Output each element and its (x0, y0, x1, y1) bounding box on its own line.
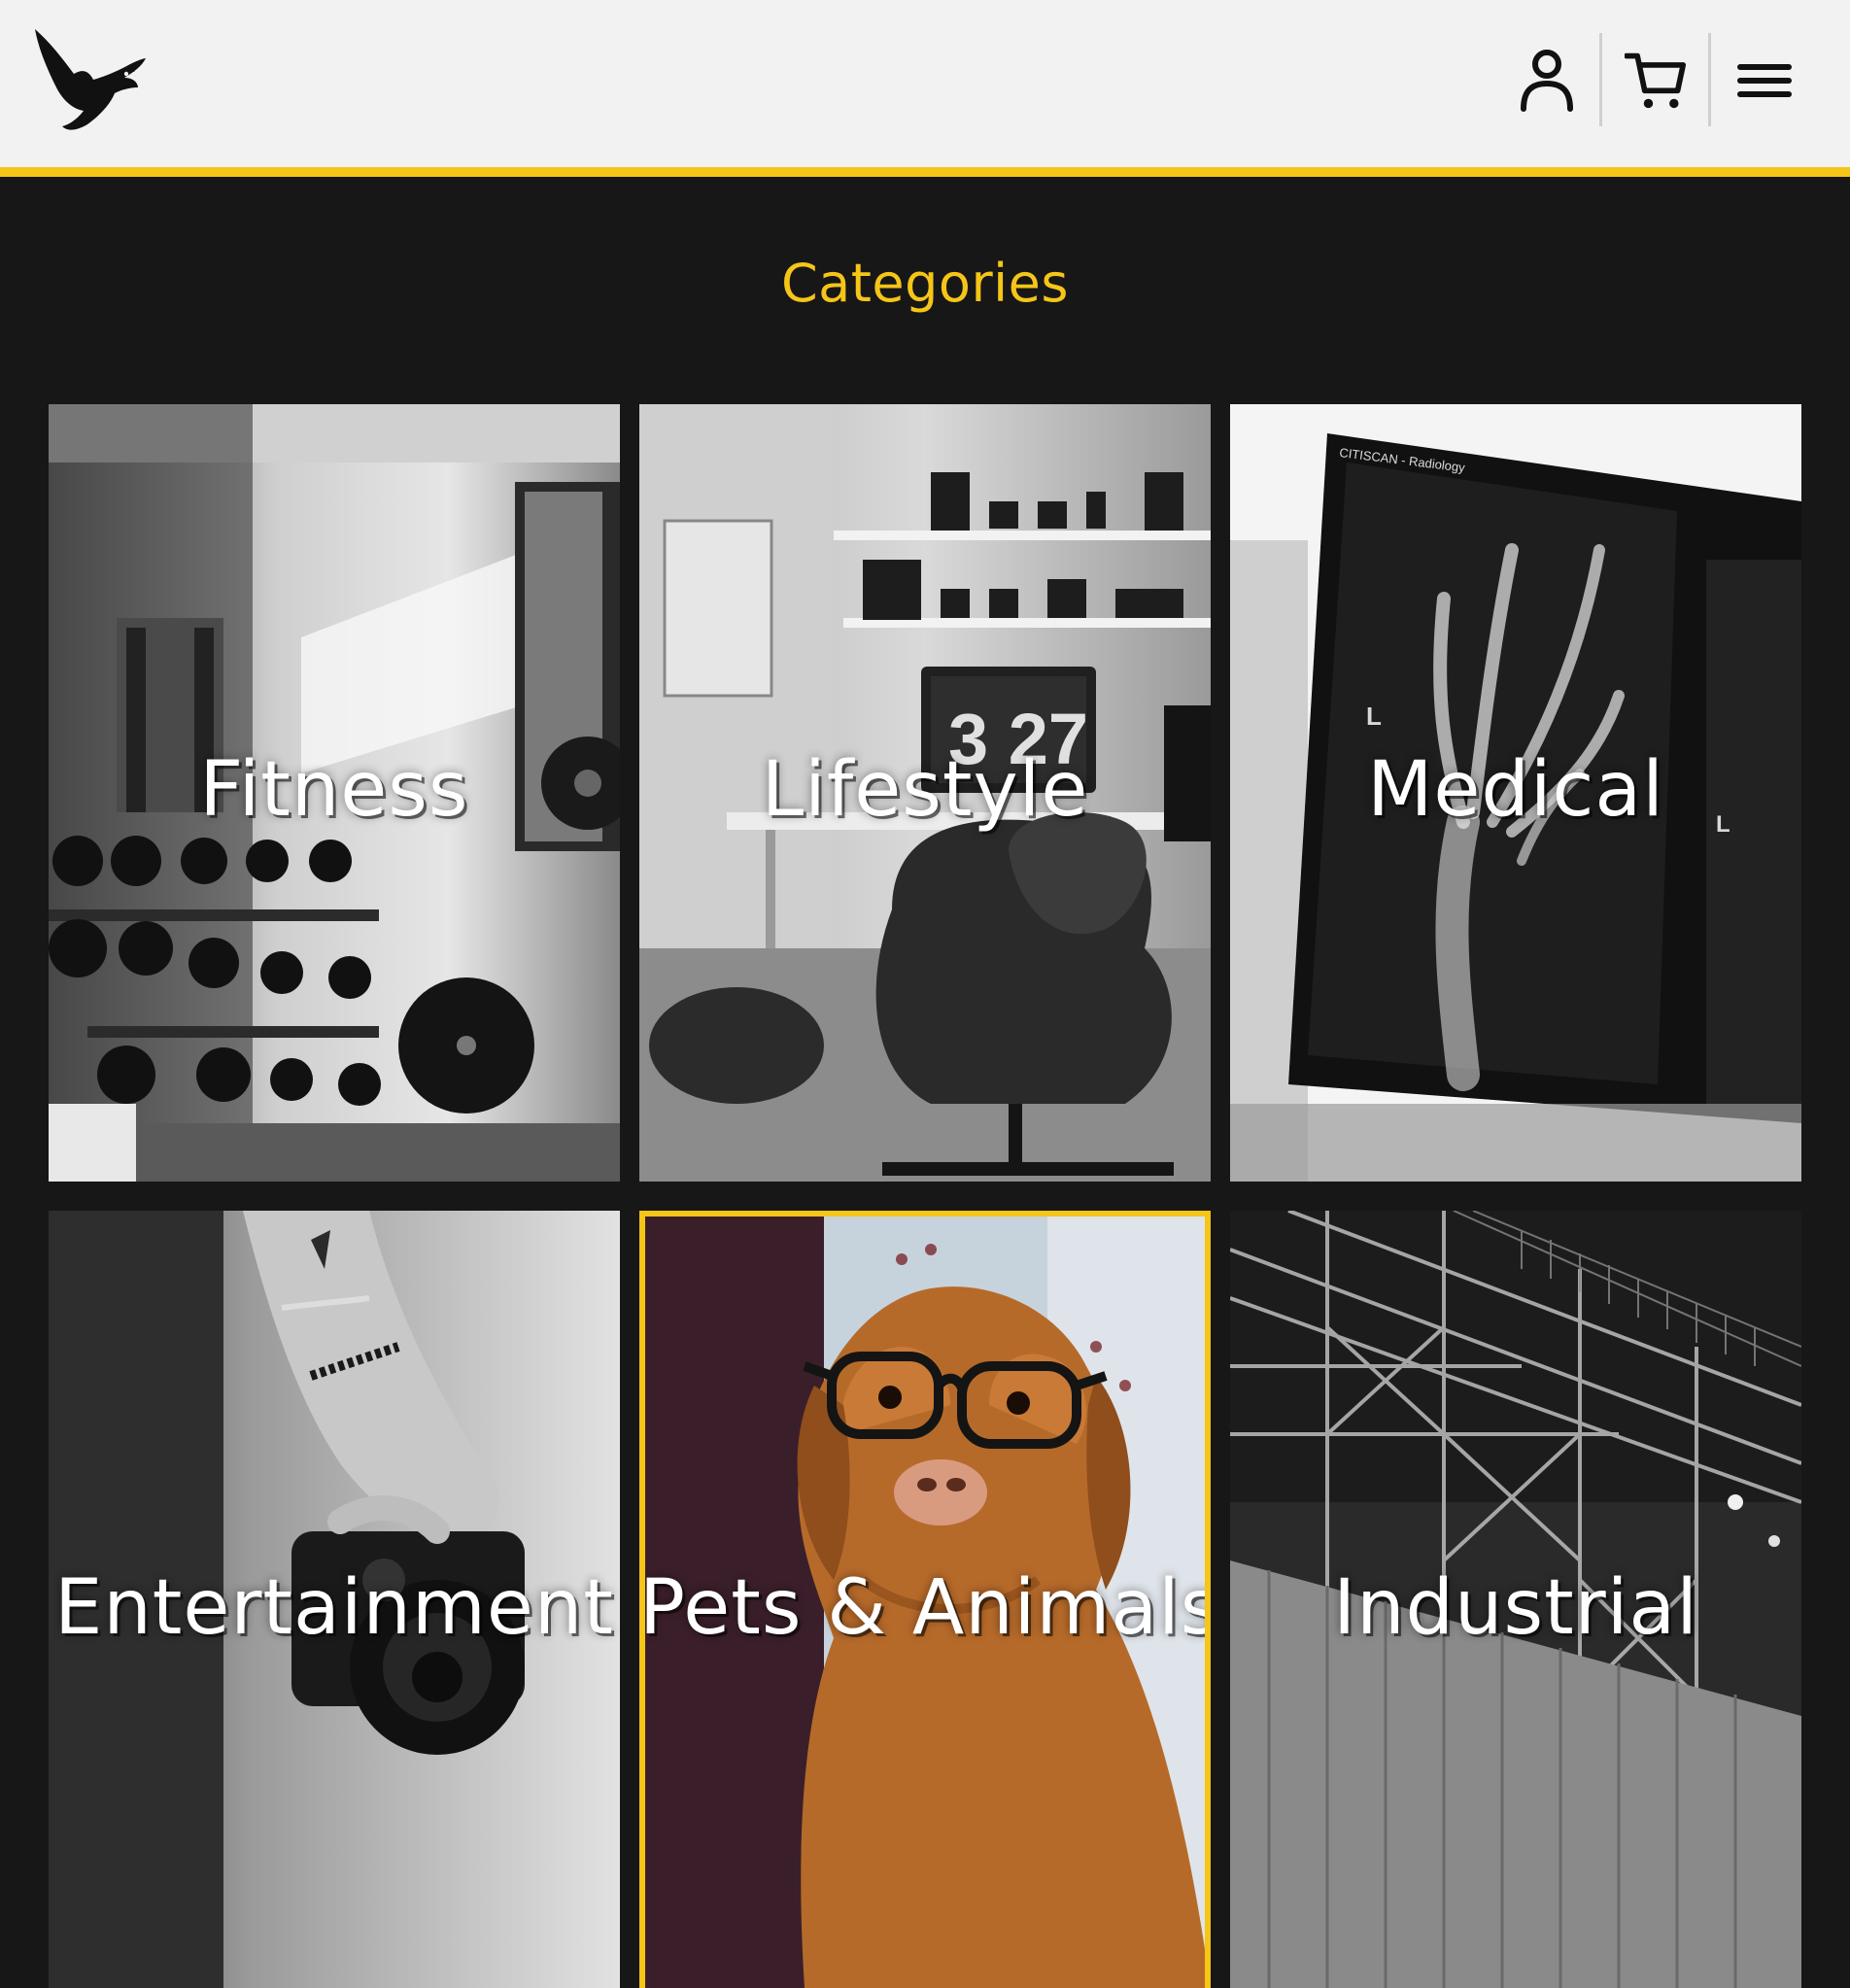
cart-icon[interactable] (1625, 45, 1687, 115)
site-header (0, 0, 1850, 167)
category-label: Lifestyle (761, 746, 1089, 834)
category-tile-industrial[interactable]: Industrial (1230, 1211, 1801, 1988)
category-label: Industrial (1333, 1564, 1698, 1652)
category-label: Fitness (199, 746, 469, 834)
header-accent-rule (0, 167, 1850, 177)
category-tile-lifestyle[interactable]: 3 27 Lifestyle (639, 404, 1211, 1182)
hamburger-menu-icon[interactable] (1733, 45, 1796, 115)
category-tile-pets-animals[interactable]: Pets & Animals (639, 1211, 1211, 1988)
user-icon[interactable] (1516, 45, 1578, 115)
category-tile-entertainment[interactable]: Entertainment (49, 1211, 620, 1988)
header-divider (1599, 33, 1602, 126)
svg-text:L: L (1366, 702, 1382, 731)
category-label: Pets & Animals (639, 1564, 1211, 1652)
category-label: Entertainment (54, 1564, 614, 1652)
category-tile-medical[interactable]: CITISCAN - Radiology L L Medical (1230, 404, 1801, 1182)
page-title: Categories (780, 253, 1070, 314)
categories-section: Categories Fitness 3 27 Lifestyle CITISC… (0, 177, 1850, 1988)
eagle-logo-icon[interactable] (29, 29, 150, 130)
category-label: Medical (1367, 746, 1664, 834)
category-tile-fitness[interactable]: Fitness (49, 404, 620, 1182)
header-divider (1708, 33, 1711, 126)
